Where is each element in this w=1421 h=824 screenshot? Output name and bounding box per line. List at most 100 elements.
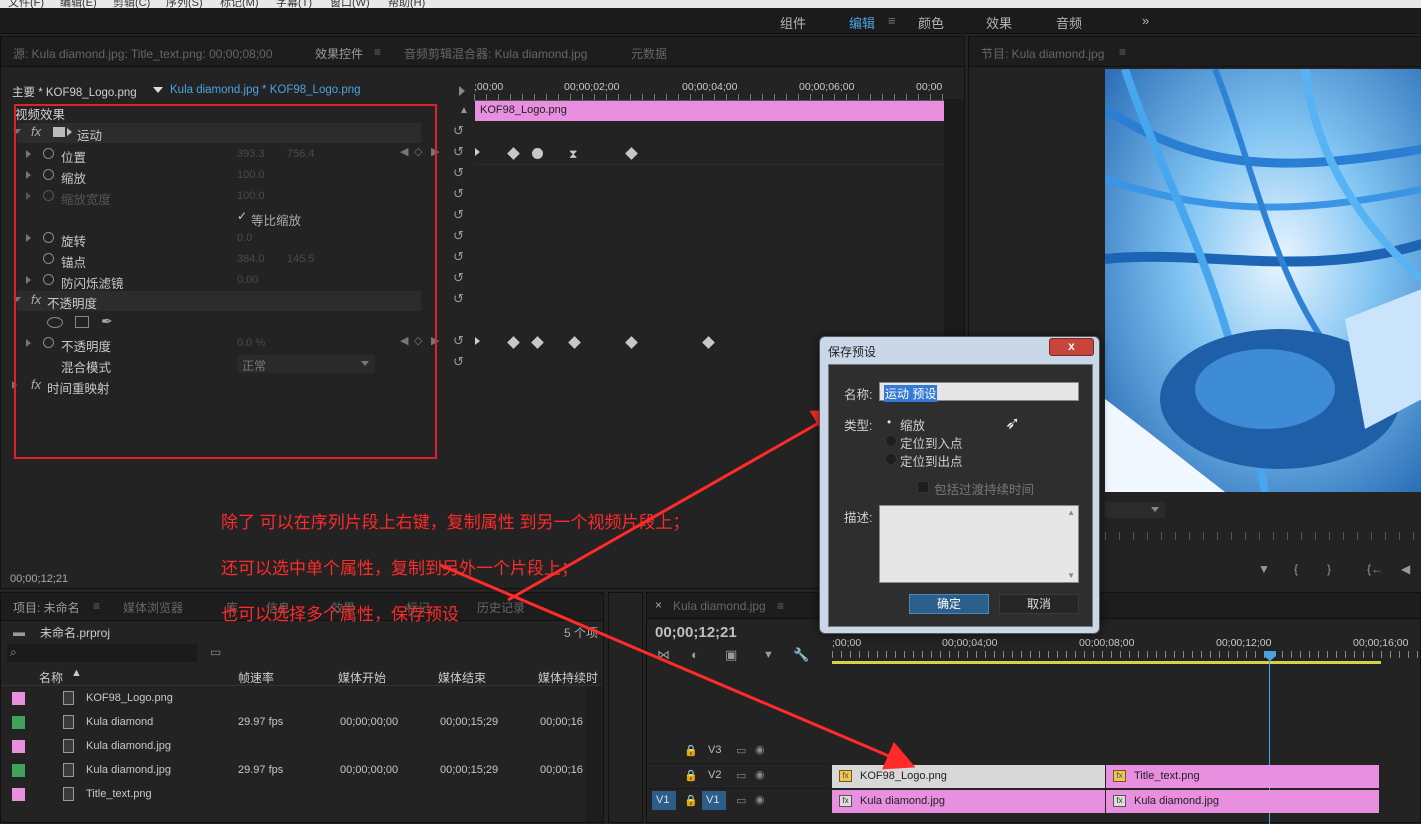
type-radio-scale[interactable]: • 缩放 [885,415,1075,433]
track-label[interactable]: V3 [708,744,721,756]
menu-clip[interactable]: 剪辑(C) [113,0,150,8]
track-label[interactable]: V2 [708,769,721,781]
label-color-swatch[interactable] [12,788,25,801]
timeline-ruler[interactable]: ;00;00 00;00;04;00 00;00;08;00 00;00;12;… [832,633,1421,667]
project-list-item[interactable]: Kula diamond.jpg [1,735,583,759]
close-tab-icon[interactable]: × [655,598,662,612]
menu-title[interactable]: 字幕(T) [276,0,312,8]
panel-menu-icon[interactable]: ≡ [374,45,381,59]
scroll-down-icon[interactable]: ▼ [1067,571,1075,580]
project-list-item[interactable]: Kula diamond.jpg 29.97 fps 00;00;00;00 00;0… [1,759,583,783]
keyframe[interactable] [625,336,638,349]
workspace-tab-audio[interactable]: 音频 [1056,13,1082,32]
reset-icon[interactable]: ↺ [453,186,464,202]
work-area-bar[interactable] [832,661,1381,664]
project-list-item[interactable]: Title_text.png [1,783,583,807]
preset-name-input[interactable]: 运动 预设 [879,382,1079,402]
workspace-overflow-icon[interactable]: » [1142,13,1149,28]
track-target-v1[interactable]: V1 [702,791,726,810]
play-only-icon[interactable] [459,86,465,96]
keyframe[interactable] [507,336,520,349]
reset-icon[interactable]: ↺ [453,249,464,265]
scroll-up-icon[interactable]: ▲ [459,105,469,116]
project-scrollbar[interactable] [586,686,603,822]
reset-icon[interactable]: ↺ [453,291,464,307]
snap-icon[interactable]: ⋈ [657,647,670,663]
sequence-clip-label[interactable]: Kula diamond.jpg * KOF98_Logo.png [170,84,361,96]
keyframe-track-position[interactable]: ⧗ [475,144,945,165]
add-marker-icon[interactable]: ▼ [1258,562,1270,576]
eye-icon[interactable]: ◉ [755,743,765,756]
reset-icon[interactable]: ↺ [453,123,464,139]
type-radio-anchor-out[interactable]: 定位到出点 [885,451,1075,469]
sync-lock-icon[interactable]: ▭ [736,794,746,807]
tab-audio-clip-mixer[interactable]: 音频剪辑混合器: Kula diamond.jpg [404,45,587,62]
search-input[interactable]: ⌕ [7,644,197,662]
sort-ascending-icon[interactable]: ▲ [71,667,82,679]
panel-menu-icon[interactable]: ≡ [1119,45,1126,59]
master-clip-label[interactable]: 主要 * KOF98_Logo.png [12,84,137,100]
keyframe-hold[interactable]: ⧗ [569,147,577,162]
workspace-tab-effects[interactable]: 效果 [986,13,1012,32]
clip-kula-diamond-1[interactable]: fx Kula diamond.jpg [832,790,1105,813]
workspace-menu-icon[interactable]: ≡ [888,13,896,28]
chevron-down-icon[interactable] [153,87,163,93]
tab-media-browser[interactable]: 媒体浏览器 [123,599,183,616]
scroll-up-icon[interactable]: ▲ [1067,508,1075,517]
dialog-close-button[interactable]: x [1049,338,1094,356]
include-transition-checkbox[interactable]: 包括过渡持续时间 [917,479,1087,497]
keyframe[interactable] [507,147,520,160]
tab-source[interactable]: 源: Kula diamond.jpg: Title_text.png: 00;… [13,45,273,62]
new-bin-icon[interactable]: ▭ [210,645,221,659]
lock-icon[interactable]: 🔒 [684,744,698,757]
workspace-tab-assembly[interactable]: 组件 [780,13,806,32]
clip-title-text[interactable]: fx Title_text.png [1106,765,1379,788]
description-textarea[interactable]: ▲ ▼ [879,505,1079,583]
keyframe-bezier[interactable] [532,148,543,159]
keyframe[interactable] [702,336,715,349]
menu-window[interactable]: 窗口(W) [330,0,370,8]
effect-clip-bar[interactable]: KOF98_Logo.png [475,101,945,121]
reset-icon[interactable]: ↺ [453,270,464,286]
column-media-start[interactable]: 媒体开始 [338,669,386,686]
reset-icon[interactable]: ↺ [453,165,464,181]
menu-sequence[interactable]: 序列(S) [166,0,203,8]
sync-lock-icon[interactable]: ▭ [736,744,746,757]
effect-timeline-ruler[interactable]: ;00;00 00;00;02;00 00;00;04;00 00;00;06;… [474,77,946,101]
resolution-select[interactable] [1105,502,1165,518]
reset-icon[interactable]: ↺ [453,333,464,349]
type-radio-anchor-in[interactable]: 定位到入点 [885,433,1075,451]
mark-out-icon[interactable]: } [1327,562,1331,576]
tab-project[interactable]: 项目: 未命名 [13,599,80,616]
cancel-button[interactable]: 取消 [999,594,1079,614]
lock-icon[interactable]: 🔒 [684,769,698,782]
tab-sequence[interactable]: Kula diamond.jpg [673,599,766,613]
column-media-end[interactable]: 媒体结束 [438,669,486,686]
step-back-icon[interactable]: ◀ [1401,562,1410,576]
column-fps[interactable]: 帧速率 [238,669,274,686]
menu-file[interactable]: 文件(F) [8,0,44,8]
reset-icon[interactable]: ↺ [453,228,464,244]
reset-icon[interactable]: ↺ [453,207,464,223]
label-color-swatch[interactable] [12,716,25,729]
ok-button[interactable]: 确定 [909,594,989,614]
workspace-tab-editing[interactable]: 编辑 [849,13,875,32]
linked-selection-icon[interactable]: ◐ [691,647,699,662]
clip-kula-diamond-2[interactable]: fx Kula diamond.jpg [1106,790,1379,813]
sync-lock-icon[interactable]: ▭ [736,769,746,782]
program-ruler[interactable] [1105,532,1421,540]
keyframe[interactable] [568,336,581,349]
tab-effect-controls[interactable]: 效果控件 [315,45,363,62]
eye-icon[interactable]: ◉ [755,793,765,806]
panel-menu-icon[interactable]: ≡ [93,599,100,613]
clip-kof98-logo[interactable]: fx KOF98_Logo.png [832,765,1105,788]
project-list-item[interactable]: Kula diamond 29.97 fps 00;00;00;00 00;00;15… [1,711,583,735]
keyframe[interactable] [625,147,638,160]
menu-help[interactable]: 帮助(H) [388,0,425,8]
tab-program[interactable]: 节目: Kula diamond.jpg [981,45,1104,62]
project-list-item[interactable]: KOF98_Logo.png [1,687,583,711]
label-color-swatch[interactable] [12,740,25,753]
sequence-timecode[interactable]: 00;00;12;21 [655,624,737,641]
label-color-swatch[interactable] [12,692,25,705]
workspace-tab-color[interactable]: 颜色 [918,13,944,32]
